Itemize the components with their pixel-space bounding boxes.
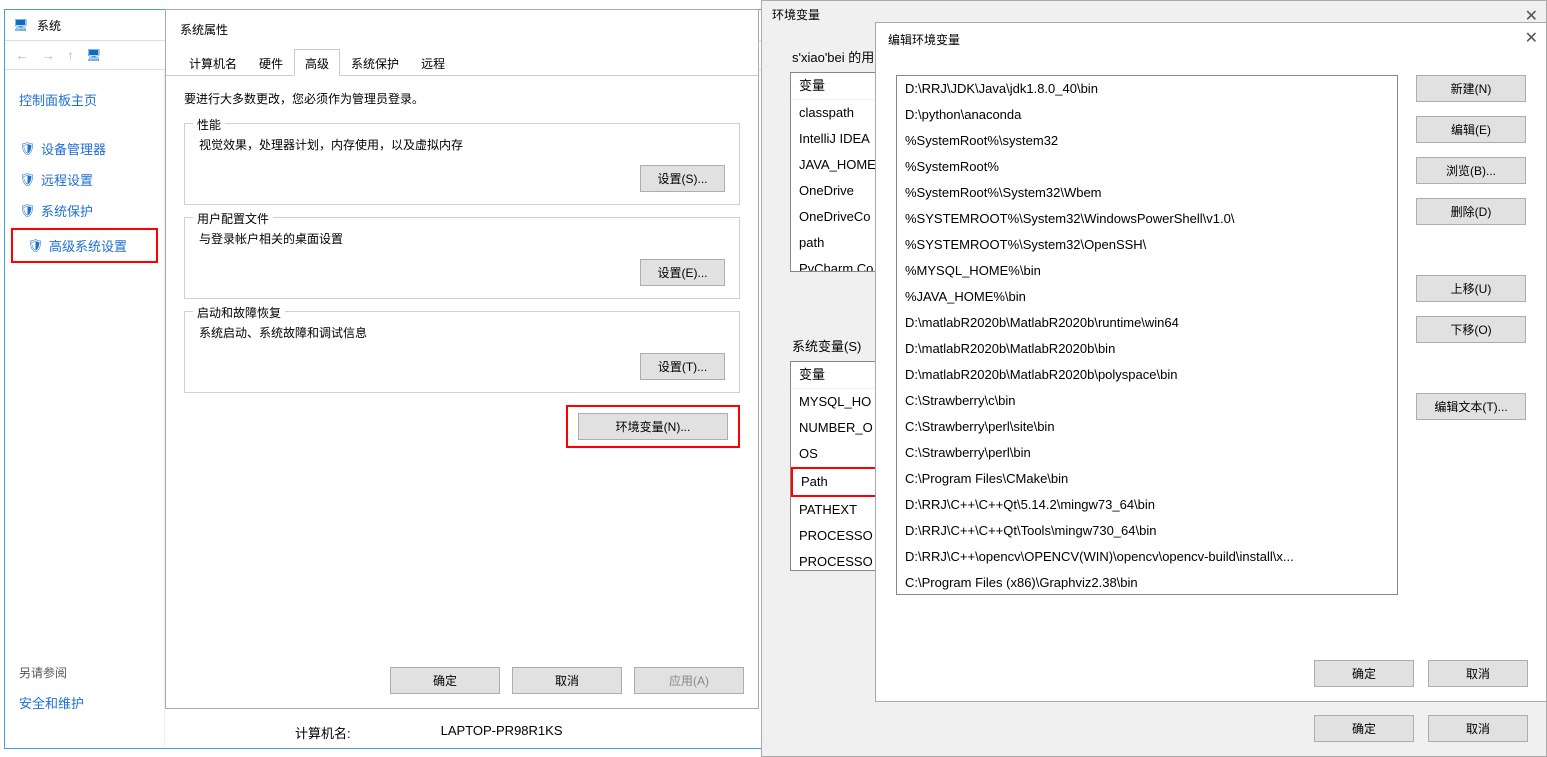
editenv-cancel-button[interactable]: 取消 bbox=[1428, 660, 1528, 687]
system-title: 系统 bbox=[37, 17, 61, 34]
close-icon[interactable]: ✕ bbox=[1525, 28, 1538, 48]
shield-icon: 🛡 bbox=[19, 172, 35, 188]
profile-settings-button[interactable]: 设置(E)... bbox=[640, 259, 725, 286]
computer-name-value: LAPTOP-PR98R1KS bbox=[441, 723, 563, 742]
path-entry[interactable]: %MYSQL_HOME%\bin bbox=[897, 258, 1397, 284]
path-entry[interactable]: %SYSTEMROOT%\System32\WindowsPowerShell\… bbox=[897, 206, 1397, 232]
editenv-titlebar[interactable]: 编辑环境变量 ✕ bbox=[876, 23, 1546, 55]
admin-note: 要进行大多数更改，您必须作为管理员登录。 bbox=[166, 76, 758, 111]
sysprops-apply-button[interactable]: 应用(A) bbox=[634, 667, 744, 694]
path-entry[interactable]: C:\Strawberry\perl\bin bbox=[897, 440, 1397, 466]
env-cancel-button[interactable]: 取消 bbox=[1428, 715, 1528, 742]
edit-env-dialog: 编辑环境变量 ✕ D:\RRJ\JDK\Java\jdk1.8.0_40\bin… bbox=[875, 22, 1547, 702]
path-entry[interactable]: %SystemRoot%\System32\Wbem bbox=[897, 180, 1397, 206]
env-title: 环境变量 bbox=[772, 6, 820, 23]
path-entry[interactable]: C:\Program Files\CMake\bin bbox=[897, 466, 1397, 492]
performance-group: 性能 视觉效果，处理器计划，内存使用，以及虚拟内存 设置(S)... bbox=[184, 123, 740, 205]
shield-icon: 🛡 bbox=[27, 238, 43, 254]
security-maintenance-link[interactable]: 安全和维护 bbox=[5, 687, 165, 718]
startup-legend: 启动和故障恢复 bbox=[193, 304, 285, 321]
computer-name-label: 计算机名: bbox=[295, 723, 351, 742]
path-entry[interactable]: C:\Strawberry\c\bin bbox=[897, 388, 1397, 414]
delete-button[interactable]: 删除(D) bbox=[1416, 198, 1526, 225]
perf-desc: 视觉效果，处理器计划，内存使用，以及虚拟内存 bbox=[199, 136, 725, 153]
path-entry[interactable]: %SYSTEMROOT%\System32\OpenSSH\ bbox=[897, 232, 1397, 258]
sidebar-item-label: 设备管理器 bbox=[41, 139, 106, 158]
profile-desc: 与登录帐户相关的桌面设置 bbox=[199, 230, 725, 247]
move-down-button[interactable]: 下移(O) bbox=[1416, 316, 1526, 343]
path-entry[interactable]: D:\python\anaconda bbox=[897, 102, 1397, 128]
move-up-button[interactable]: 上移(U) bbox=[1416, 275, 1526, 302]
path-list[interactable]: D:\RRJ\JDK\Java\jdk1.8.0_40\binD:\python… bbox=[896, 75, 1398, 595]
sidebar-item-advanced-settings[interactable]: 🛡 高级系统设置 bbox=[11, 228, 158, 263]
nav-fwd-icon[interactable]: → bbox=[41, 47, 55, 63]
edit-button[interactable]: 编辑(E) bbox=[1416, 116, 1526, 143]
sidebar-item-remote[interactable]: 🛡 远程设置 bbox=[5, 164, 164, 195]
path-entry[interactable]: D:\RRJ\JDK\Java\jdk1.8.0_40\bin bbox=[897, 76, 1397, 102]
path-entry[interactable]: C:\Strawberry\perl\site\bin bbox=[897, 414, 1397, 440]
env-ok-button[interactable]: 确定 bbox=[1314, 715, 1414, 742]
editenv-ok-button[interactable]: 确定 bbox=[1314, 660, 1414, 687]
path-entry[interactable]: C:\Program Files (x86)\Graphviz2.38\bin bbox=[897, 570, 1397, 595]
sidebar-item-label: 系统保护 bbox=[41, 201, 93, 220]
path-entry[interactable]: D:\matlabR2020b\MatlabR2020b\polyspace\b… bbox=[897, 362, 1397, 388]
path-entry[interactable]: %SystemRoot%\system32 bbox=[897, 128, 1397, 154]
env-vars-button[interactable]: 环境变量(N)... bbox=[578, 413, 728, 440]
sysprops-ok-button[interactable]: 确定 bbox=[390, 667, 500, 694]
perf-legend: 性能 bbox=[193, 116, 225, 133]
edit-text-button[interactable]: 编辑文本(T)... bbox=[1416, 393, 1526, 420]
system-properties-dialog: 系统属性 计算机名 硬件 高级 系统保护 远程 要进行大多数更改，您必须作为管理… bbox=[165, 9, 759, 709]
profile-legend: 用户配置文件 bbox=[193, 210, 273, 227]
monitor-icon: 🖥 bbox=[13, 18, 31, 32]
shield-icon: 🛡 bbox=[19, 141, 35, 157]
control-panel-home-link[interactable]: 控制面板主页 bbox=[5, 84, 164, 115]
sysprops-cancel-button[interactable]: 取消 bbox=[512, 667, 622, 694]
tab-advanced[interactable]: 高级 bbox=[294, 49, 340, 76]
path-entry[interactable]: %SystemRoot% bbox=[897, 154, 1397, 180]
path-entry[interactable]: D:\matlabR2020b\MatlabR2020b\bin bbox=[897, 336, 1397, 362]
browse-button[interactable]: 浏览(B)... bbox=[1416, 157, 1526, 184]
startup-desc: 系统启动、系统故障和调试信息 bbox=[199, 324, 725, 341]
sysprops-titlebar[interactable]: 系统属性 bbox=[166, 10, 758, 48]
see-also-label: 另请参阅 bbox=[5, 658, 165, 687]
path-entry[interactable]: %JAVA_HOME%\bin bbox=[897, 284, 1397, 310]
path-entry[interactable]: D:\RRJ\C++\opencv\OPENCV(WIN)\opencv\ope… bbox=[897, 544, 1397, 570]
editenv-title: 编辑环境变量 bbox=[888, 31, 960, 48]
edit-buttons-column: 新建(N) 编辑(E) 浏览(B)... 删除(D) 上移(U) 下移(O) 编… bbox=[1416, 75, 1526, 633]
nav-back-icon[interactable]: ← bbox=[15, 47, 29, 63]
sysprops-title: 系统属性 bbox=[180, 21, 228, 38]
monitor-icon: 🖥 bbox=[86, 48, 104, 62]
startup-settings-button[interactable]: 设置(T)... bbox=[640, 353, 725, 380]
path-entry[interactable]: D:\matlabR2020b\MatlabR2020b\runtime\win… bbox=[897, 310, 1397, 336]
tab-remote[interactable]: 远程 bbox=[410, 49, 456, 76]
tab-hardware[interactable]: 硬件 bbox=[248, 49, 294, 76]
nav-up-icon[interactable]: ↑ bbox=[67, 47, 74, 63]
sidebar-item-label: 高级系统设置 bbox=[49, 236, 127, 255]
tab-computer-name[interactable]: 计算机名 bbox=[178, 49, 248, 76]
sidebar-item-protection[interactable]: 🛡 系统保护 bbox=[5, 195, 164, 226]
path-entry[interactable]: D:\RRJ\C++\C++Qt\Tools\mingw730_64\bin bbox=[897, 518, 1397, 544]
new-button[interactable]: 新建(N) bbox=[1416, 75, 1526, 102]
sysprops-tabs: 计算机名 硬件 高级 系统保护 远程 bbox=[166, 48, 758, 76]
profile-group: 用户配置文件 与登录帐户相关的桌面设置 设置(E)... bbox=[184, 217, 740, 299]
sidebar-item-device-manager[interactable]: 🛡 设备管理器 bbox=[5, 133, 164, 164]
tab-protection[interactable]: 系统保护 bbox=[340, 49, 410, 76]
sidebar-item-label: 远程设置 bbox=[41, 170, 93, 189]
path-entry[interactable]: D:\RRJ\C++\C++Qt\5.14.2\mingw73_64\bin bbox=[897, 492, 1397, 518]
perf-settings-button[interactable]: 设置(S)... bbox=[640, 165, 725, 192]
sidebar: 控制面板主页 🛡 设备管理器 🛡 远程设置 🛡 系统保护 🛡 高级系统设置 另请参阅 安… bbox=[5, 70, 165, 748]
startup-group: 启动和故障恢复 系统启动、系统故障和调试信息 设置(T)... bbox=[184, 311, 740, 393]
shield-icon: 🛡 bbox=[19, 203, 35, 219]
